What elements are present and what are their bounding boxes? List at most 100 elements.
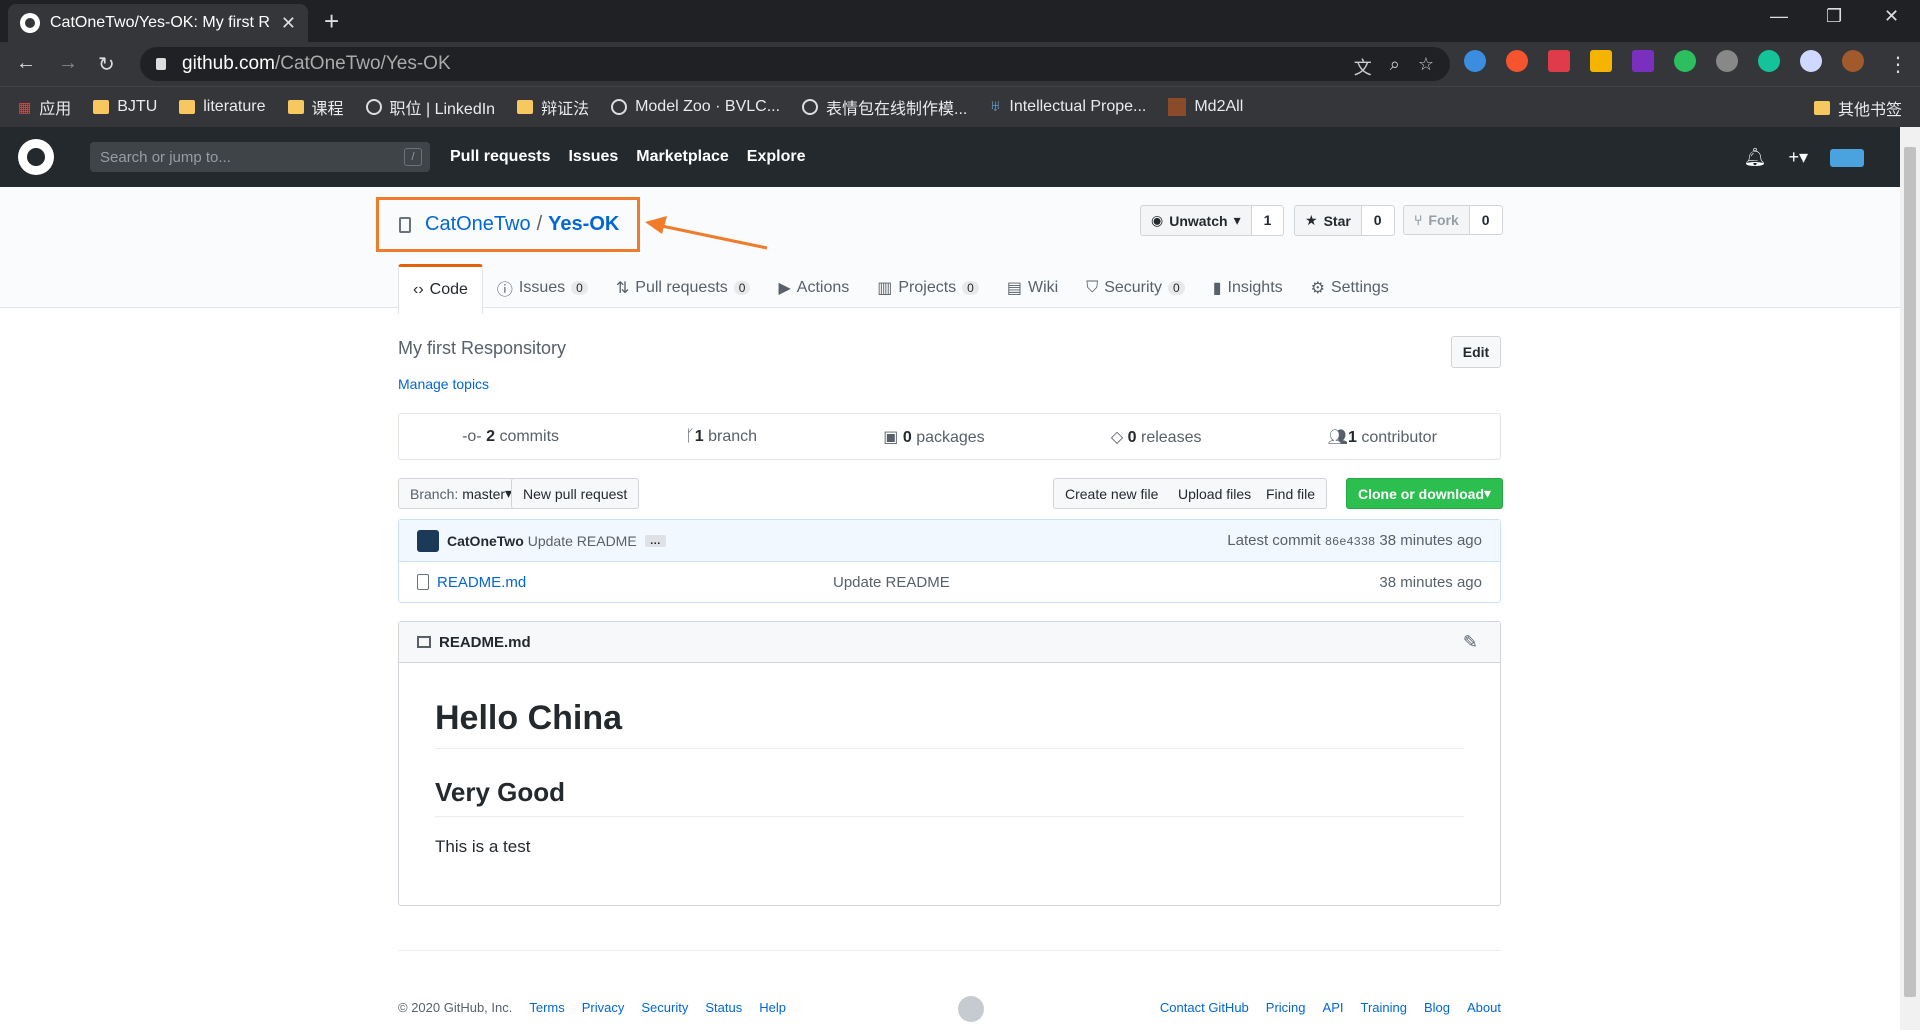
commit-message[interactable]: Update README <box>528 533 637 549</box>
tab-insights[interactable]: ▮ Insights <box>1199 264 1297 314</box>
watch-count[interactable]: 1 <box>1251 205 1285 236</box>
bookmark-label: Md2All <box>1194 98 1244 115</box>
other-bookmarks[interactable]: 其他书签 <box>1813 96 1902 120</box>
fork-button[interactable]: ⑂ Fork <box>1403 205 1470 235</box>
extension-icon[interactable] <box>1800 50 1822 72</box>
star-count[interactable]: 0 <box>1361 205 1395 236</box>
footer-security[interactable]: Security <box>641 1000 688 1015</box>
create-new-plus-icon[interactable]: +▾ <box>1788 147 1808 168</box>
bookmark-star-icon[interactable]: ☆ <box>1418 54 1434 80</box>
browser-menu-icon[interactable]: ⋮ <box>1888 52 1908 77</box>
minimize-icon[interactable]: — <box>1770 6 1788 27</box>
page-scrollbar[interactable] <box>1900 127 1920 1030</box>
nav-pull-requests[interactable]: Pull requests <box>450 148 550 166</box>
commits-link[interactable]: -o- 2 commits <box>462 428 559 446</box>
footer-training[interactable]: Training <box>1361 1000 1407 1015</box>
browser-tab[interactable]: CatOneTwo/Yes-OK: My first R ✕ <box>8 4 308 42</box>
bookmark-item[interactable]: 辩证法 <box>517 95 589 119</box>
footer-pricing[interactable]: Pricing <box>1266 1000 1306 1015</box>
tab-code[interactable]: ‹› Code <box>398 264 483 314</box>
search-input[interactable]: Search or jump to... / <box>90 142 430 172</box>
edit-button[interactable]: Edit <box>1451 336 1501 368</box>
profile-avatar[interactable] <box>1842 50 1864 72</box>
evernote-icon[interactable] <box>1674 50 1696 72</box>
tab-pull-requests[interactable]: ⇅ Pull requests 0 <box>602 264 765 314</box>
releases-label: releases <box>1140 428 1202 446</box>
footer-contact[interactable]: Contact GitHub <box>1160 1000 1249 1015</box>
bookmark-item[interactable]: 课程 <box>287 95 344 119</box>
packages-link[interactable]: ▣ 0 packages <box>883 427 984 447</box>
reload-icon[interactable]: ↻ <box>98 52 115 77</box>
fork-count[interactable]: 0 <box>1469 205 1503 235</box>
unwatch-button[interactable]: ◉ Unwatch ▾ <box>1140 205 1252 236</box>
commit-sha[interactable]: 86e4338 <box>1325 535 1375 549</box>
nav-explore[interactable]: Explore <box>747 148 806 166</box>
new-pull-request-button[interactable]: New pull request <box>511 478 640 509</box>
releases-link[interactable]: ◇ 0 releases <box>1111 427 1202 447</box>
footer-privacy[interactable]: Privacy <box>582 1000 625 1015</box>
back-icon[interactable]: ← <box>16 52 36 75</box>
restore-icon[interactable]: ❐ <box>1826 6 1842 27</box>
branch-select-button[interactable]: Branch: master ▾ <box>398 478 525 509</box>
manage-topics-link[interactable]: Manage topics <box>398 376 489 392</box>
commit-author[interactable]: CatOneTwo <box>447 533 524 549</box>
tab-actions[interactable]: ▶ Actions <box>764 264 863 314</box>
footer-about[interactable]: About <box>1467 1000 1501 1015</box>
user-avatar-menu[interactable] <box>1830 149 1864 167</box>
bookmark-item[interactable]: literature <box>179 98 266 116</box>
branch-link[interactable]: ᚴ1 branch <box>685 428 757 446</box>
tab-projects[interactable]: ▥ Projects 0 <box>863 264 993 314</box>
repo-name-link[interactable]: Yes-OK <box>548 213 619 236</box>
pocket-icon[interactable] <box>1716 50 1738 72</box>
bookmark-item[interactable]: ♅ Intellectual Prope... <box>989 98 1146 116</box>
extension-icon[interactable] <box>1548 50 1570 72</box>
new-tab-icon[interactable]: + <box>324 6 339 37</box>
translate-icon[interactable]: 文 <box>1354 54 1372 80</box>
scrollbar-thumb[interactable] <box>1904 147 1916 997</box>
bookmark-item[interactable]: Md2All <box>1168 98 1243 116</box>
close-window-icon[interactable]: ✕ <box>1884 6 1899 27</box>
bookmark-item[interactable]: 表情包在线制作模... <box>802 95 967 119</box>
grammarly-icon[interactable] <box>1758 50 1780 72</box>
omnibox[interactable]: github.com /CatOneTwo/Yes-OK 文 ⌕ ☆ <box>140 47 1450 81</box>
footer-api[interactable]: API <box>1323 1000 1344 1015</box>
bookmarks-bar: ▦ 应用 BJTU literature 课程 职位 | LinkedIn 辩证法… <box>0 86 1920 127</box>
extension-icon[interactable] <box>1506 50 1528 72</box>
star-button[interactable]: ★ Star <box>1294 205 1362 236</box>
forward-icon[interactable]: → <box>58 52 78 75</box>
tab-wiki[interactable]: ▤ Wiki <box>993 264 1072 314</box>
footer-help[interactable]: Help <box>759 1000 786 1015</box>
footer-terms[interactable]: Terms <box>529 1000 564 1015</box>
upload-files-button[interactable]: Upload files <box>1167 478 1264 509</box>
nav-marketplace[interactable]: Marketplace <box>636 148 729 166</box>
notifications-bell-icon[interactable]: 🔔︎ <box>1744 147 1767 168</box>
footer-blog[interactable]: Blog <box>1424 1000 1450 1015</box>
tab-close-icon[interactable]: ✕ <box>281 13 296 34</box>
bookmark-item[interactable]: BJTU <box>93 98 157 116</box>
extension-icon[interactable] <box>1590 50 1612 72</box>
tab-settings[interactable]: ⚙ Settings <box>1297 264 1403 314</box>
extension-icon[interactable] <box>1464 50 1486 72</box>
footer-status[interactable]: Status <box>705 1000 742 1015</box>
clone-download-button[interactable]: Clone or download ▾ <box>1346 478 1504 509</box>
bookmark-apps[interactable]: ▦ 应用 <box>18 95 71 119</box>
zoom-icon[interactable]: ⌕ <box>1390 54 1400 80</box>
nav-issues[interactable]: Issues <box>568 148 618 166</box>
pencil-edit-icon[interactable]: ✎ <box>1463 632 1478 653</box>
create-new-file-button[interactable]: Create new file <box>1053 478 1171 509</box>
commit-expand-button[interactable]: … <box>644 534 666 547</box>
tab-security[interactable]: ⛉ Security 0 <box>1072 264 1199 314</box>
find-file-button[interactable]: Find file <box>1255 478 1328 509</box>
onenote-icon[interactable] <box>1632 50 1654 72</box>
file-commit-message[interactable]: Update README <box>833 574 950 591</box>
file-name-link[interactable]: README.md <box>437 574 526 591</box>
commit-age: 38 minutes ago <box>1379 532 1482 549</box>
avatar[interactable] <box>417 529 439 552</box>
bookmark-item[interactable]: Model Zoo · BVLC... <box>611 98 780 116</box>
bookmark-item[interactable]: 职位 | LinkedIn <box>365 95 495 119</box>
tab-issues[interactable]: ⓘ Issues 0 <box>483 264 602 314</box>
github-footer-logo-icon[interactable] <box>958 996 984 1022</box>
contributors-link[interactable]: 👥︎1 contributor <box>1328 427 1437 447</box>
repo-owner-link[interactable]: CatOneTwo <box>425 213 531 236</box>
github-logo-icon[interactable] <box>18 139 54 175</box>
